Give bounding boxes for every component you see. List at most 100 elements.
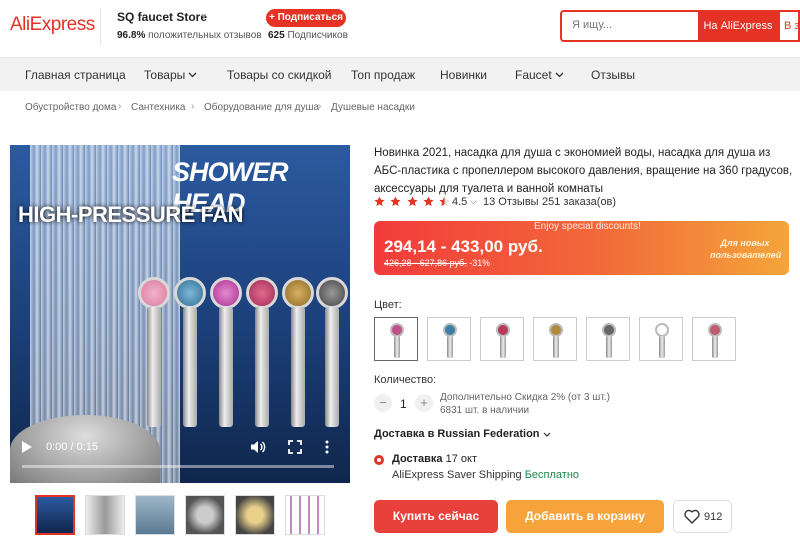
breadcrumb-item[interactable]: Сантехника bbox=[131, 102, 186, 113]
shipping-free: Бесплатно bbox=[524, 469, 580, 481]
thumbnail[interactable] bbox=[85, 495, 125, 535]
shower-head-image bbox=[138, 277, 170, 427]
aliexpress-logo[interactable]: AliExpress bbox=[10, 14, 95, 36]
shower-head-image bbox=[316, 277, 348, 427]
shower-handle-thumbnail bbox=[553, 336, 559, 358]
shower-handle-thumbnail bbox=[659, 336, 665, 358]
subscribers: 625 Подписчиков bbox=[268, 30, 348, 41]
nav-products[interactable]: Товары bbox=[144, 68, 197, 82]
shower-handle-thumbnail bbox=[606, 336, 612, 358]
search-input[interactable] bbox=[572, 19, 692, 31]
shower-head-thumbnail bbox=[602, 323, 616, 337]
shower-head-thumbnail bbox=[443, 323, 457, 337]
store-positive-label: положительных отзывов bbox=[148, 30, 262, 41]
product-title: Новинка 2021, насадка для душа с экономи… bbox=[374, 147, 793, 195]
shower-head-thumbnail bbox=[496, 323, 510, 337]
thumbnail[interactable] bbox=[35, 495, 75, 535]
quantity-plus-button[interactable]: + bbox=[415, 394, 433, 412]
buy-now-button[interactable]: Купить сейчас bbox=[374, 500, 498, 533]
quantity-minus-button[interactable]: − bbox=[374, 394, 392, 412]
shower-head-image bbox=[174, 277, 206, 427]
delivery-label: Доставка bbox=[392, 453, 443, 465]
product-video[interactable]: SHOWER HEAD HIGH-PRESSURE FAN bbox=[10, 145, 350, 483]
nav-home[interactable]: Главная страница bbox=[25, 68, 126, 82]
promo-text: Enjoy special discounts! bbox=[534, 221, 641, 232]
color-swatch[interactable] bbox=[374, 317, 418, 361]
thumbnail[interactable] bbox=[135, 495, 175, 535]
shower-head-thumbnail bbox=[708, 323, 722, 337]
price-old-value: 426,28 - 627,86 руб. bbox=[384, 258, 467, 268]
breadcrumb-item[interactable]: Оборудование для душа bbox=[204, 102, 319, 113]
nav-sale[interactable]: Товары со скидкой bbox=[227, 68, 331, 82]
ship-to-label: Доставка в Russian Federation bbox=[374, 428, 540, 440]
delivery-info: Доставка 17 окт bbox=[392, 453, 477, 465]
heart-icon bbox=[684, 509, 700, 524]
rating-stars bbox=[374, 196, 452, 210]
color-swatch[interactable] bbox=[586, 317, 630, 361]
nav-faucet[interactable]: Faucet bbox=[515, 68, 564, 82]
chevron-down-icon bbox=[188, 72, 197, 78]
price-banner: Enjoy special discounts! 294,14 - 433,00… bbox=[374, 221, 789, 275]
nav-products-label: Товары bbox=[144, 68, 186, 82]
color-swatch[interactable] bbox=[427, 317, 471, 361]
subscribe-button[interactable]: + Подписаться bbox=[266, 9, 346, 27]
ship-to-selector[interactable]: Доставка в Russian Federation bbox=[374, 428, 551, 440]
nav-new[interactable]: Новинки bbox=[440, 68, 487, 82]
search-store-button[interactable]: В з bbox=[778, 10, 800, 42]
star-icon bbox=[407, 196, 418, 207]
nav-top-sales[interactable]: Топ продаж bbox=[351, 68, 415, 82]
thumbnail[interactable] bbox=[185, 495, 225, 535]
stock-text: 6831 шт. в наличии bbox=[440, 405, 530, 416]
reviews-link[interactable]: 13 Отзывы bbox=[483, 196, 539, 208]
thumbnail[interactable] bbox=[285, 495, 325, 535]
star-icon bbox=[423, 196, 434, 207]
video-title-high-pressure: HIGH-PRESSURE FAN bbox=[18, 202, 243, 227]
price-current: 294,14 - 433,00 руб. bbox=[384, 237, 543, 256]
color-swatch[interactable] bbox=[639, 317, 683, 361]
chevron-down-icon bbox=[555, 72, 564, 78]
fullscreen-icon[interactable] bbox=[288, 440, 302, 454]
breadcrumb-item[interactable]: Душевые насадки bbox=[331, 102, 415, 113]
chevron-right-icon: › bbox=[318, 101, 322, 112]
star-icon bbox=[390, 196, 401, 207]
search-box[interactable] bbox=[560, 10, 698, 42]
new-users-badge: Для новых пользователей bbox=[710, 238, 782, 260]
shipping-method: AliExpress Saver Shipping Бесплатно bbox=[392, 469, 579, 481]
nav-faucet-label: Faucet bbox=[515, 68, 552, 82]
quantity-value[interactable]: 1 bbox=[400, 397, 407, 411]
orders-count: 251 заказа(ов) bbox=[542, 196, 617, 208]
store-name[interactable]: SQ faucet Store bbox=[117, 10, 207, 24]
price-discount: -31% bbox=[469, 258, 491, 268]
shower-head-thumbnail bbox=[390, 323, 404, 337]
star-icon bbox=[374, 196, 385, 207]
breadcrumb-item[interactable]: Обустройство дома bbox=[25, 102, 116, 113]
bulk-discount-text: Дополнительно Скидка 2% (от 3 шт.) bbox=[440, 392, 610, 403]
store-rating: 96.8% положительных отзывов bbox=[117, 30, 262, 41]
play-icon[interactable] bbox=[22, 441, 32, 453]
shower-head-image bbox=[246, 277, 278, 427]
store-positive-percent: 96.8% bbox=[117, 30, 146, 41]
rating-value: 4.5 bbox=[452, 196, 468, 208]
video-progress-bar[interactable] bbox=[22, 465, 334, 468]
shower-head-thumbnail bbox=[549, 323, 563, 337]
chevron-down-icon bbox=[543, 432, 551, 437]
wishlist-button[interactable]: 912 bbox=[673, 500, 732, 533]
color-label: Цвет: bbox=[374, 299, 402, 311]
store-caret-icon[interactable]: ▼ bbox=[200, 12, 208, 21]
add-to-cart-button[interactable]: Добавить в корзину bbox=[506, 500, 664, 533]
subscribers-count: 625 bbox=[268, 30, 285, 41]
search-aliexpress-button[interactable]: На AliExpress bbox=[698, 10, 778, 42]
volume-icon[interactable] bbox=[250, 439, 266, 455]
chevron-down-icon[interactable]: ⌵ bbox=[470, 196, 477, 207]
store-nav: Главная страница Товары Товары со скидко… bbox=[0, 57, 800, 91]
delivery-date: 17 окт bbox=[445, 453, 478, 465]
thumbnail[interactable] bbox=[235, 495, 275, 535]
color-swatch[interactable] bbox=[480, 317, 524, 361]
video-time: 0:00 / 0:15 bbox=[46, 441, 98, 453]
shipping-radio[interactable] bbox=[374, 455, 384, 465]
shower-head-image bbox=[210, 277, 242, 427]
color-swatch[interactable] bbox=[692, 317, 736, 361]
nav-reviews[interactable]: Отзывы bbox=[591, 68, 635, 82]
color-swatch[interactable] bbox=[533, 317, 577, 361]
more-vertical-icon[interactable] bbox=[324, 440, 330, 454]
